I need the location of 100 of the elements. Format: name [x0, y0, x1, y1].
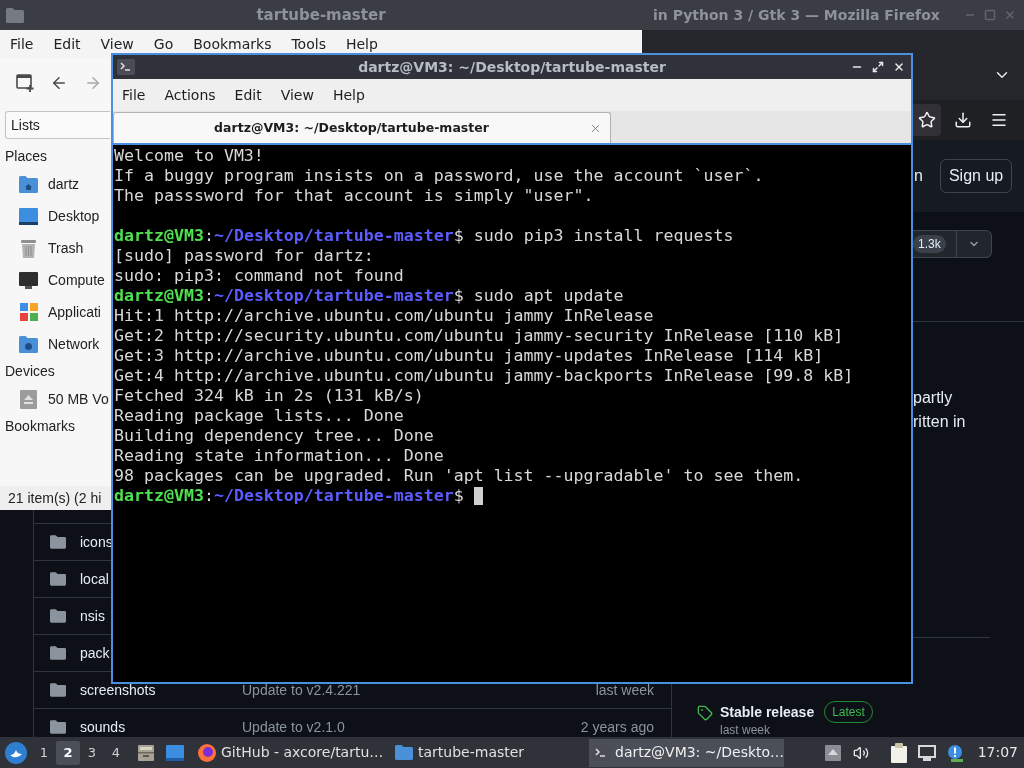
folder-icon	[6, 7, 24, 23]
terminal-line: The passsword for that account is simply "user".	[114, 186, 594, 206]
monitor-icon	[19, 271, 38, 289]
menu-item[interactable]: Go	[153, 33, 174, 55]
menu-icon[interactable]	[990, 111, 1008, 129]
terminal-line: Hit:1 http://archive.ubuntu.com/ubuntu jammy InRelease	[114, 306, 654, 326]
menu-item[interactable]: Help	[332, 84, 365, 106]
folder-link[interactable]: sounds	[80, 716, 126, 737]
menu-item[interactable]: Tools	[291, 33, 326, 55]
terminal-icon	[117, 59, 135, 75]
folder-link[interactable]: nsis	[80, 605, 105, 627]
section-heading: Places	[5, 147, 48, 166]
monitor-icon[interactable]	[917, 744, 936, 761]
workspace-button[interactable]: 1	[32, 740, 56, 765]
menu-item[interactable]: File	[122, 84, 146, 106]
terminal-line: Fetched 324 kB in 2s (131 kB/s)	[114, 386, 424, 406]
tag-icon	[697, 705, 713, 721]
menu-item[interactable]: Bookmarks	[193, 33, 272, 55]
window-icon[interactable]	[166, 744, 184, 761]
commit-message[interactable]: Update to v2.4.221	[242, 679, 361, 701]
terminal-line: sudo: pip3: command not found	[114, 266, 404, 286]
drive-icon	[20, 389, 37, 409]
maximize-icon[interactable]	[872, 61, 884, 73]
sidebar-item[interactable]: Compute	[0, 264, 110, 296]
terminal-line: [sudo] password for dartz:	[114, 246, 374, 266]
terminal-line: Get:2 http://security.ubuntu.com/ubuntu jammy-security InRelease [110 kB]	[114, 326, 844, 346]
sidebar-item[interactable]: Network	[0, 328, 110, 360]
workspace-button[interactable]: 4	[104, 740, 128, 765]
terminal-line: If a buggy program insists on a password, use the account `user`.	[114, 166, 764, 186]
folder-icon	[50, 683, 66, 697]
terminal-line: Reading package lists... Done	[114, 406, 404, 426]
app-grid-icon	[19, 303, 38, 321]
commit-message[interactable]: Update to v2.1.0	[242, 716, 345, 737]
section-heading: Bookmarks	[5, 417, 76, 436]
sidebar-item[interactable]: Applicati	[0, 296, 110, 328]
terminal-line: Get:4 http://archive.ubuntu.com/ubuntu jammy-backports InRelease [99.8 kB]	[114, 366, 854, 386]
folder-link[interactable]: pack	[80, 642, 110, 664]
desktop-icon	[19, 207, 38, 225]
sidebar-item[interactable]: 50 MB Vo	[0, 383, 110, 415]
folder-icon	[50, 535, 66, 549]
star-icon[interactable]	[918, 111, 936, 129]
download-icon[interactable]	[954, 111, 972, 129]
folder-icon	[50, 609, 66, 623]
menu-item[interactable]: Edit	[53, 33, 81, 55]
menu-item[interactable]: View	[100, 33, 134, 55]
terminal-line: dartz@VM3:~/Desktop/tartube-master$	[114, 486, 464, 506]
status-text: 21 item(s) (2 hi	[8, 488, 102, 508]
menu-item[interactable]: Actions	[164, 84, 216, 106]
workspace-button[interactable]: 3	[80, 740, 104, 765]
folder-link[interactable]: local	[80, 568, 109, 590]
menu-item[interactable]: View	[280, 84, 314, 106]
eject-icon[interactable]	[824, 744, 841, 761]
folder-icon	[50, 646, 66, 660]
star-button-group[interactable]: 1.3k	[913, 230, 992, 258]
start-menu-icon[interactable]	[5, 741, 27, 764]
menu-item[interactable]: Help	[345, 33, 378, 55]
folder-link[interactable]: icons	[80, 531, 113, 553]
menu-item[interactable]: Edit	[234, 84, 262, 106]
clipboard-icon[interactable]	[889, 742, 908, 763]
window-title: in Python 3 / Gtk 3 — Mozilla Firefox	[653, 5, 940, 25]
workspace-button[interactable]: 2	[56, 740, 80, 765]
folder-icon	[50, 572, 66, 586]
terminal-line: Welcome to VM3!	[114, 146, 264, 166]
sign-up-button[interactable]: Sign up	[939, 159, 1013, 193]
alert-icon[interactable]	[945, 743, 964, 762]
terminal-line: 98 packages can be upgraded. Run 'apt list --upgradable' to see them.	[114, 466, 804, 486]
terminal-line: Get:3 http://archive.ubuntu.com/ubuntu jammy-updates InRelease [114 kB]	[114, 346, 824, 366]
address-bar[interactable]	[913, 104, 941, 136]
volume-icon[interactable]	[852, 744, 869, 761]
browser-icon	[198, 743, 216, 762]
terminal-tab[interactable]: dartz@VM3: ~/Desktop/tartube-master	[113, 112, 611, 143]
sidebar-item[interactable]: Desktop	[0, 200, 110, 232]
taskbar-task[interactable]: GitHub - axcore/tartu…	[195, 738, 390, 767]
window-title: dartz@VM3: ~/Desktop/tartube-master	[357, 57, 667, 77]
release-title[interactable]: Stable release	[720, 701, 815, 723]
about-text: partly ritten in	[913, 388, 967, 432]
section-heading: Devices	[5, 362, 55, 381]
side-pane-select[interactable]: Lists	[5, 111, 110, 139]
window-title: tartube-master	[255, 4, 387, 26]
taskbar-task[interactable]: dartz@VM3: ~/Deskto…	[589, 738, 784, 767]
button-counter: 1.3k	[913, 235, 946, 253]
file-cabinet-icon[interactable]	[137, 743, 155, 762]
terminal-line: Reading state information... Done	[114, 446, 444, 466]
folder-icon	[50, 720, 66, 734]
menu-item[interactable]: File	[10, 33, 34, 55]
commit-date: 2 years ago	[580, 717, 654, 737]
close-icon[interactable]	[893, 61, 905, 73]
taskbar-task[interactable]: tartube-master	[392, 738, 587, 767]
folder-link[interactable]: screenshots	[80, 679, 156, 701]
sidebar-item[interactable]: Trash	[0, 232, 110, 264]
terminal-line: dartz@VM3:~/Desktop/tartube-master$ sudo pip3 install requests	[114, 226, 734, 246]
trash-icon	[20, 238, 37, 258]
sign-in-link[interactable]: n	[914, 164, 923, 188]
new-window-icon[interactable]	[16, 74, 34, 92]
release-date: last week	[720, 723, 772, 737]
folder-icon	[395, 745, 413, 760]
terminal-line: Building dependency tree... Done	[114, 426, 434, 446]
sidebar-item[interactable]: dartz	[0, 168, 110, 200]
clock[interactable]: 17:07	[977, 742, 1018, 763]
commit-date: last week	[595, 680, 654, 700]
